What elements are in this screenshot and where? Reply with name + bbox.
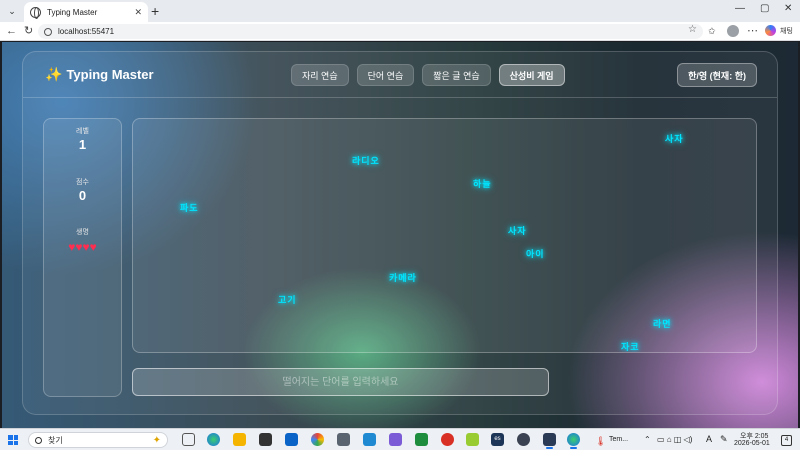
app-icon[interactable] — [543, 433, 556, 449]
falling-word: 파도 — [180, 203, 199, 213]
stats-panel: 레벨 1 점수 0 생명 ♥♥♥♥ — [43, 118, 122, 397]
language-toggle-button[interactable]: 한/영 (현재: 한) — [677, 63, 757, 87]
taskbar-search[interactable]: 찾기 ✦ — [28, 432, 168, 448]
logo: ✨ Typing Master — [45, 66, 154, 83]
os-taskbar: 찾기 ✦ es 🌡 Tem... ⌃ ▭ ⌂ ◫ ◁) A ✎ 오후 2:05 … — [0, 428, 800, 450]
falling-word: 하늘 — [473, 179, 492, 189]
profile-avatar[interactable] — [727, 25, 739, 37]
falling-word: 고기 — [278, 295, 297, 305]
edge-active-icon[interactable] — [567, 433, 580, 449]
copilot-icon[interactable] — [765, 25, 776, 36]
minimize-icon[interactable]: — — [735, 3, 745, 14]
file-explorer-icon[interactable] — [233, 433, 246, 446]
app-icon[interactable] — [389, 433, 402, 446]
search-icon — [35, 436, 42, 444]
app-header: ✨ Typing Master 자리 연습 단어 연습 짧은 글 연습 산성비 … — [23, 52, 777, 98]
falling-word: 라면 — [653, 319, 672, 329]
copilot-sparkle-icon: ✦ — [152, 434, 161, 446]
site-info-icon[interactable] — [44, 27, 52, 36]
life-hearts: ♥♥♥♥ — [44, 241, 121, 253]
browser-toolbar: ← ↻ localhost:55471 ☆ ✩ ⋯ 채팅 — [0, 22, 800, 41]
browser-tab[interactable]: Typing Master ✕ — [24, 2, 148, 22]
nav-word-practice-button[interactable]: 단어 연습 — [356, 64, 415, 86]
nav-acid-rain-game-button[interactable]: 산성비 게임 — [498, 64, 565, 86]
life-label: 생명 — [76, 229, 89, 236]
thermometer-icon: 🌡 — [595, 436, 607, 446]
tray-icons[interactable]: ▭ ⌂ ◫ ◁) — [657, 435, 692, 444]
spreadsheet-icon[interactable] — [415, 433, 428, 446]
clock-date[interactable]: 2026-05-01 — [734, 440, 770, 447]
level-value: 1 — [78, 137, 87, 152]
reload-icon[interactable]: ↻ — [24, 24, 33, 39]
maximize-icon[interactable]: ▢ — [760, 3, 769, 14]
heart-icons: ♥♥♥♥ — [68, 240, 97, 254]
page-viewport: ✨ Typing Master 자리 연습 단어 연습 짧은 글 연습 산성비 … — [2, 42, 798, 428]
ime-indicator[interactable]: A — [706, 434, 712, 444]
sparkle-icon: ✨ — [45, 66, 63, 82]
window-close-icon[interactable]: ✕ — [784, 3, 792, 14]
level-label: 레벨 — [76, 128, 89, 135]
falling-word: 카메라 — [389, 273, 417, 283]
address-bar[interactable]: localhost:55471 ☆ — [38, 24, 703, 39]
vscode-icon[interactable] — [363, 433, 376, 446]
chrome-icon[interactable] — [311, 433, 324, 446]
nav-short-text-button[interactable]: 짧은 글 연습 — [422, 64, 491, 86]
edge-app-icon[interactable] — [207, 433, 220, 446]
task-view-icon[interactable] — [182, 433, 195, 446]
app-container: ✨ Typing Master 자리 연습 단어 연습 짧은 글 연습 산성비 … — [22, 51, 778, 415]
game-area: 사자 라디오 하늘 파도 사자 아이 카메라 고기 라면 자코 — [132, 118, 757, 353]
app-icon[interactable] — [517, 433, 530, 446]
tab-close-icon[interactable]: ✕ — [134, 7, 142, 18]
app-title: Typing Master — [66, 67, 154, 82]
terminal-icon[interactable] — [337, 433, 350, 446]
falling-word: 자코 — [621, 342, 640, 352]
taskbar-search-label: 찾기 — [48, 435, 63, 445]
falling-word: 사자 — [508, 226, 527, 236]
weather-label[interactable]: Tem... — [609, 436, 628, 443]
nav-key-practice-button[interactable]: 자리 연습 — [291, 64, 349, 86]
mail-icon[interactable] — [285, 433, 298, 446]
back-arrow-icon[interactable]: ← — [6, 24, 17, 39]
score-label: 점수 — [76, 179, 89, 186]
tab-title: Typing Master — [47, 7, 98, 17]
new-tab-button[interactable]: + — [151, 3, 159, 19]
pen-icon[interactable]: ✎ — [720, 434, 728, 445]
store-icon[interactable] — [259, 433, 272, 446]
copilot-label[interactable]: 채팅 — [780, 26, 793, 36]
globe-icon — [30, 6, 41, 19]
falling-word: 사자 — [665, 134, 684, 144]
favorite-star-icon[interactable]: ☆ — [688, 24, 697, 35]
notification-badge[interactable]: 4 — [781, 435, 792, 446]
address-url: localhost:55471 — [58, 27, 115, 36]
falling-word: 아이 — [526, 249, 545, 259]
favorites-icon[interactable]: ✩ — [708, 24, 716, 39]
tray-chevron-icon[interactable]: ⌃ — [644, 435, 651, 444]
falling-word: 라디오 — [352, 156, 380, 166]
windows-start-icon[interactable] — [8, 435, 18, 445]
tab-list-chevron-icon[interactable]: ⌄ — [4, 3, 20, 19]
app-icon[interactable] — [466, 433, 479, 446]
pdf-icon[interactable] — [441, 433, 454, 446]
score-value: 0 — [78, 188, 87, 203]
more-menu-icon[interactable]: ⋯ — [747, 24, 758, 39]
es-app-icon[interactable]: es — [491, 433, 504, 446]
mode-nav: 자리 연습 단어 연습 짧은 글 연습 산성비 게임 — [291, 64, 565, 86]
word-answer-input[interactable] — [132, 368, 549, 396]
browser-tabstrip: ⌄ Typing Master ✕ + — ▢ ✕ — [0, 0, 800, 22]
